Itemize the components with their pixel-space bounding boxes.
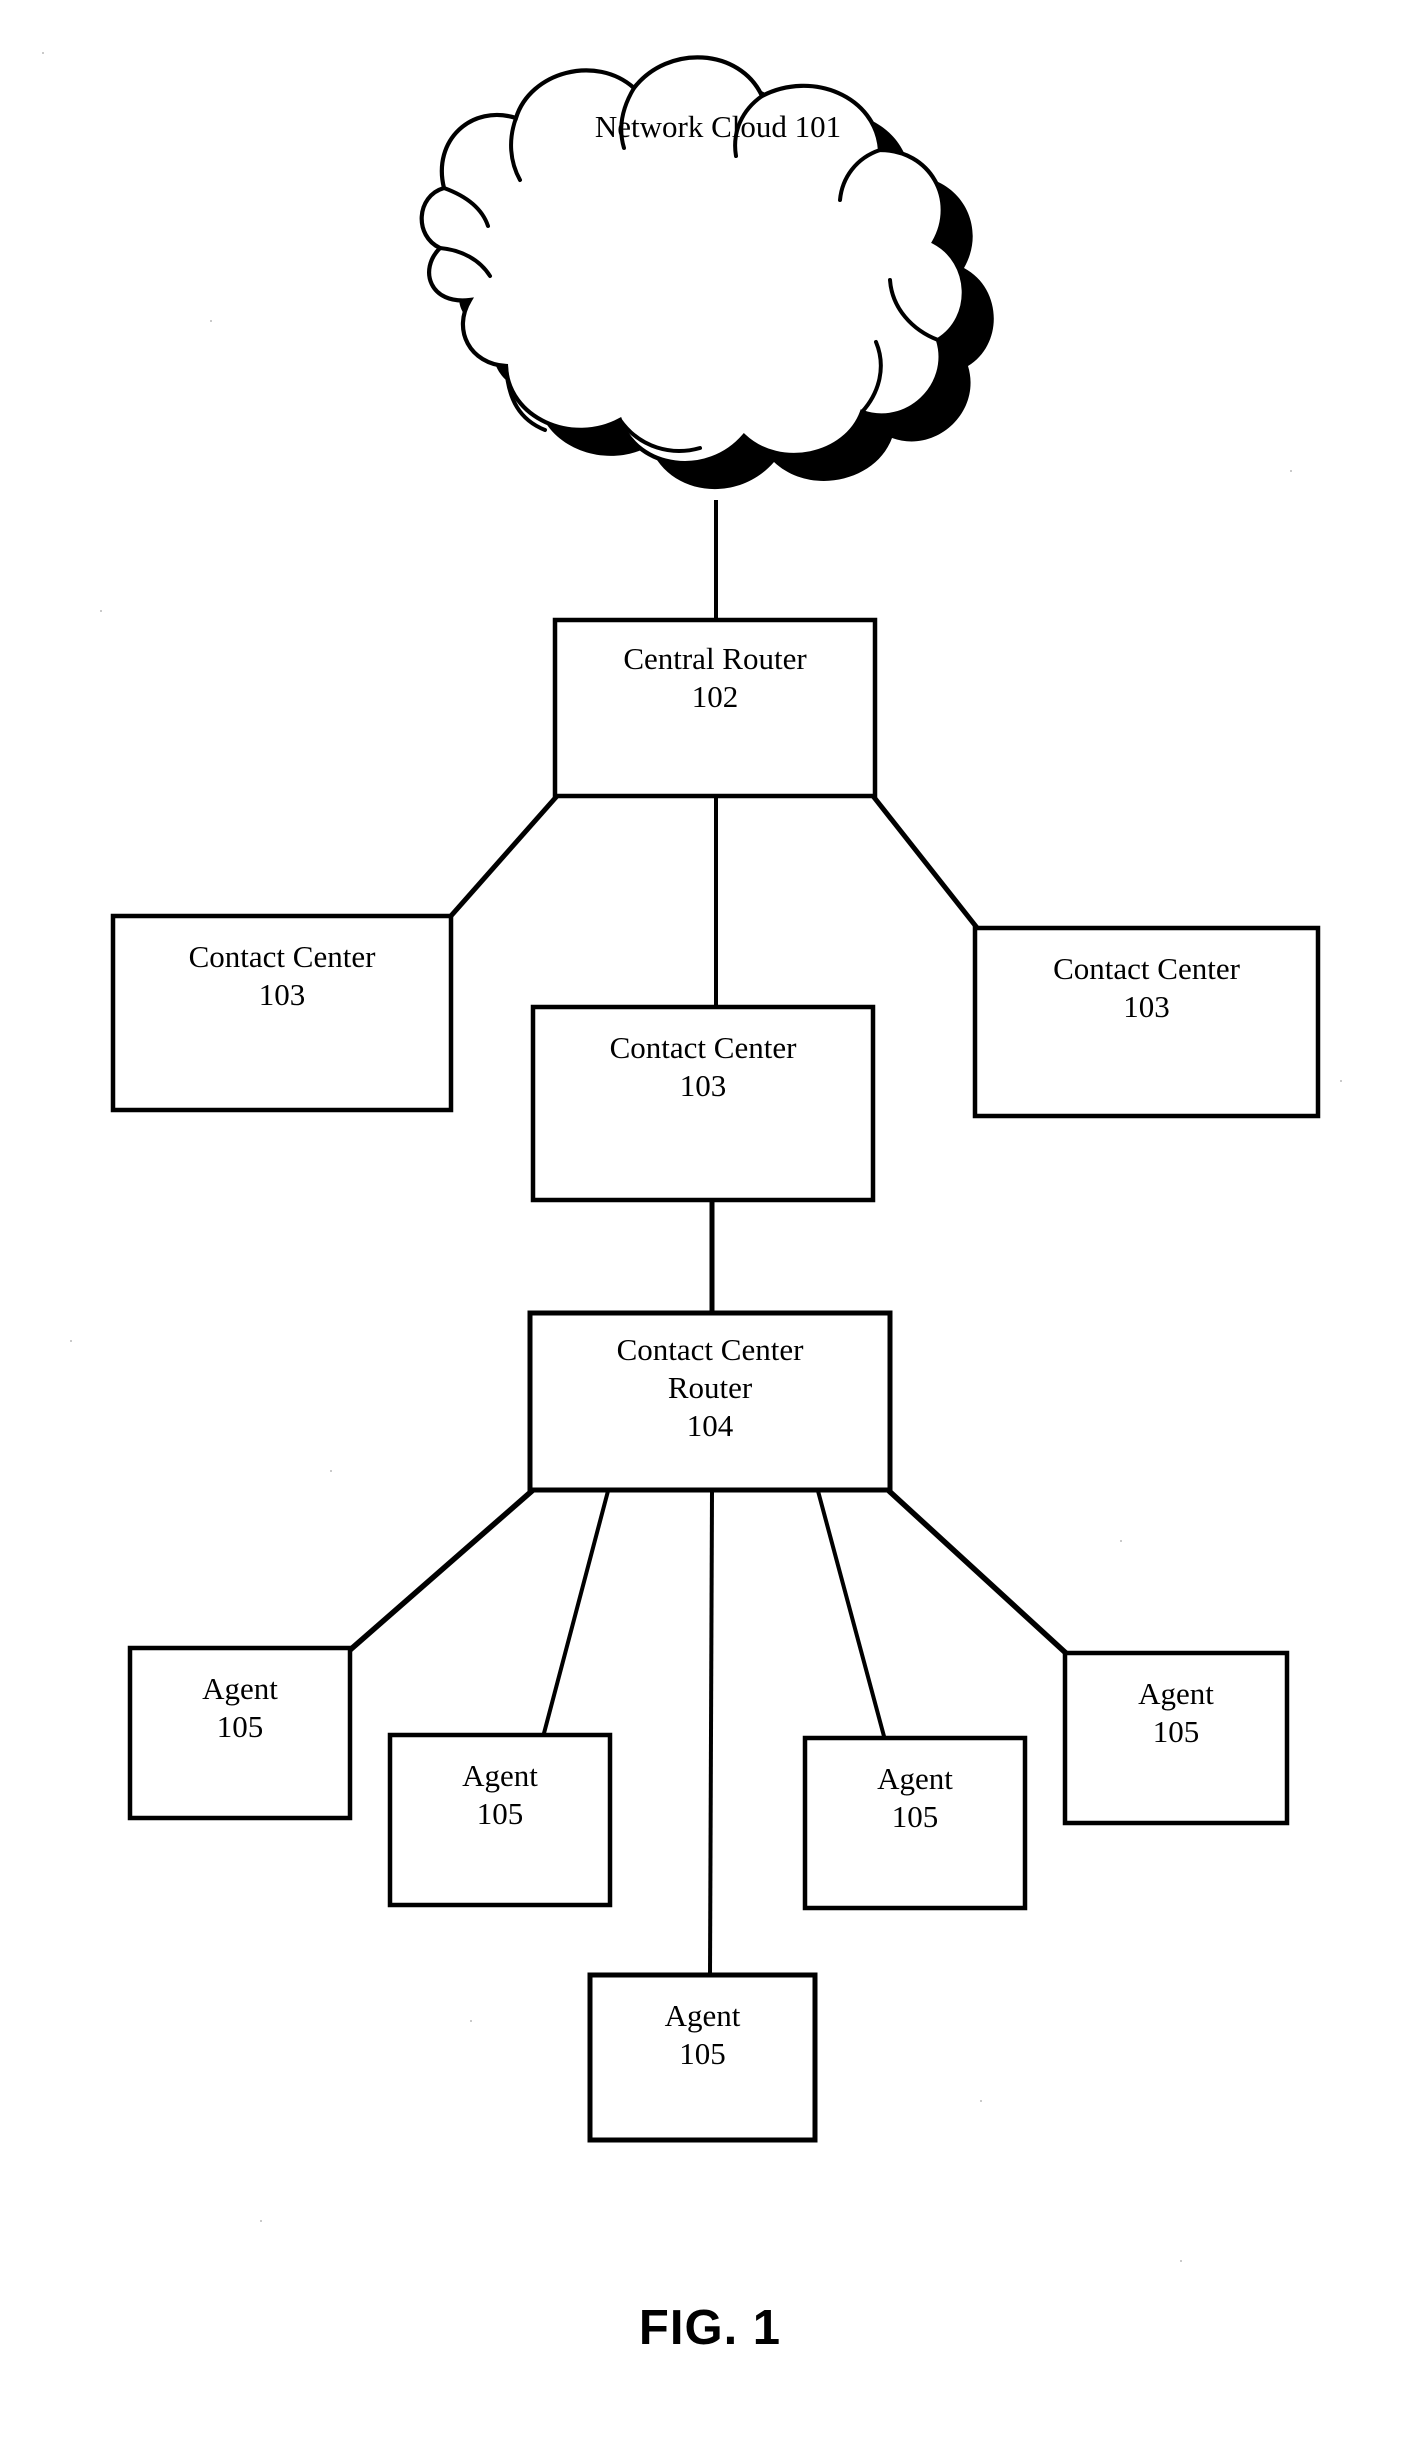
agent-2-title: Agent [462,1758,538,1793]
agent-2-label: Agent 105 [390,1735,610,1905]
contact-center-router-ref: 104 [686,1407,734,1443]
scan-speck [470,2020,472,2022]
network-cloud-title: Network Cloud [594,109,787,144]
edge-cc-router-to-agent-2 [541,1490,610,1738]
agent-1-title: Agent [202,1671,278,1706]
central-router-title: Central Router [623,641,807,676]
central-router-ref: 102 [691,678,739,714]
figure-caption: FIG. 1 [638,2301,782,2355]
scan-speck [1340,1080,1342,1082]
agent-4-ref: 105 [891,1798,939,1834]
scan-speck [70,1340,72,1342]
scan-speck [1120,1540,1122,1542]
scan-speck [210,320,212,322]
contact-center-router-title-line2: Router [667,1369,753,1405]
contact-center-middle-ref: 103 [679,1067,727,1103]
contact-center-right-ref: 103 [1123,988,1170,1024]
scan-speck [980,2100,982,2102]
agent-3-ref: 105 [679,2035,726,2071]
contact-center-middle-title: Contact Center [609,1030,797,1065]
edge-cc-router-to-agent-3 [708,1490,714,1977]
agent-1-ref: 105 [216,1708,264,1744]
contact-center-right-label: Contact Center 103 [975,928,1318,1116]
scan-speck [260,2220,262,2222]
contact-center-middle-label: Contact Center 103 [533,1007,873,1200]
edge-central-router-to-contact-center-left [448,794,559,919]
scan-speck [42,52,44,54]
scan-speck [1290,470,1292,472]
agent-1-label: Agent 105 [130,1648,350,1818]
agent-3-label: Agent 105 [590,1975,815,2140]
contact-center-left-title: Contact Center [188,939,376,974]
agent-3-title: Agent [664,1998,741,2033]
edge-cc-router-to-agent-5 [886,1487,1070,1658]
central-router-label: Central Router 102 [555,620,875,796]
scan-speck [330,1470,332,1472]
agent-5-label: Agent 105 [1065,1653,1287,1823]
agent-2-ref: 105 [476,1795,524,1831]
contact-center-router-label: Contact Center Router 104 [530,1313,890,1490]
agent-5-ref: 105 [1152,1713,1200,1749]
edge-cc-router-to-agent-4 [816,1490,887,1741]
agent-4-label: Agent 105 [805,1738,1025,1908]
scan-speck [100,610,102,612]
contact-center-left-ref: 103 [258,976,306,1012]
edge-central-router-to-contact-center-right [871,794,980,931]
network-cloud-label: Network Cloud 101 [508,108,928,146]
patent-figure: Network Cloud 101 Central Router 102 Con… [0,0,1420,2451]
network-cloud-ref: 101 [794,109,842,144]
contact-center-right-title: Contact Center [1053,951,1240,986]
agent-4-title: Agent [877,1761,953,1796]
agent-5-title: Agent [1138,1676,1214,1711]
edge-cc-router-to-agent-1 [348,1487,535,1653]
contact-center-router-title-line1: Contact Center [616,1332,804,1367]
contact-center-left-label: Contact Center 103 [113,916,451,1110]
scan-speck [1180,2260,1182,2262]
